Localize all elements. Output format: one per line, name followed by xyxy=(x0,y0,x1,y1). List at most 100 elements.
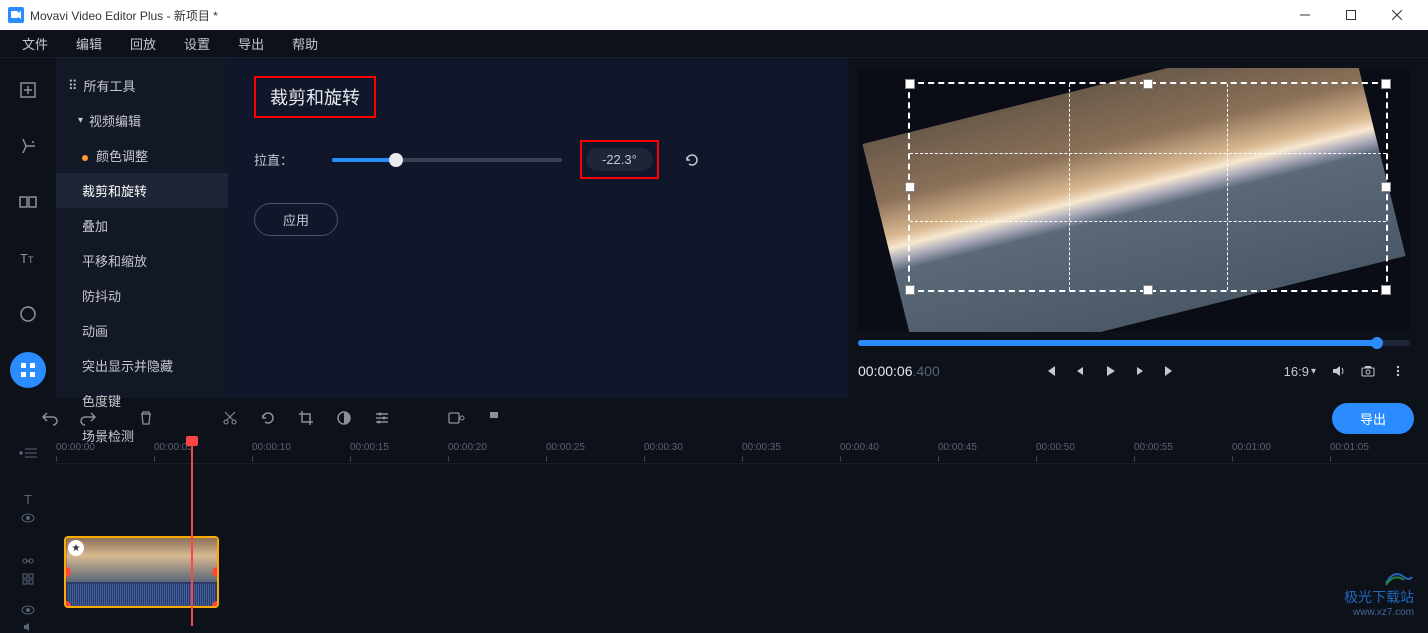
sidebar-all-tools-label: 所有工具 xyxy=(84,76,136,95)
preview-scrubber[interactable] xyxy=(858,340,1410,346)
clip-star-icon[interactable]: ★ xyxy=(68,540,84,556)
rail-import[interactable] xyxy=(10,72,46,108)
apply-button[interactable]: 应用 xyxy=(254,203,338,236)
redo-button[interactable] xyxy=(72,402,104,434)
sidebar-video-edit[interactable]: ▾ 视频编辑 xyxy=(56,103,228,138)
sidebar-item-pan-zoom[interactable]: 平移和缩放 xyxy=(56,243,228,278)
grid-line xyxy=(1227,84,1228,290)
app-icon xyxy=(8,7,24,23)
crop-button[interactable] xyxy=(290,402,322,434)
playhead[interactable] xyxy=(191,438,193,626)
track-link-icon[interactable] xyxy=(22,555,34,567)
dot-icon xyxy=(82,155,88,161)
export-button[interactable]: 导出 xyxy=(1332,403,1414,434)
track-area[interactable]: ★ xyxy=(56,464,1428,624)
sidebar-all-tools[interactable]: ⠿ 所有工具 xyxy=(56,68,228,103)
watermark-name: 极光下载站 xyxy=(1344,587,1414,607)
straighten-label: 拉直： xyxy=(254,150,314,169)
menu-edit[interactable]: 编辑 xyxy=(62,30,116,57)
clip-handle[interactable] xyxy=(64,601,71,608)
clip-handle[interactable] xyxy=(212,601,219,608)
crop-frame[interactable] xyxy=(908,82,1388,292)
ruler-tick: 00:00:15 xyxy=(350,442,389,453)
clip-handle[interactable] xyxy=(212,567,219,577)
sidebar-item-overlay[interactable]: 叠加 xyxy=(56,208,228,243)
text-track-icon[interactable]: T xyxy=(24,492,32,507)
marker-button[interactable] xyxy=(478,402,510,434)
track-audio-icon[interactable] xyxy=(22,621,34,633)
time-display: 00:00:06.400 xyxy=(858,363,940,379)
menu-settings[interactable]: 设置 xyxy=(170,30,224,57)
menu-export[interactable]: 导出 xyxy=(224,30,278,57)
ruler-tick: 00:00:00 xyxy=(56,442,95,453)
clip-audio-wave xyxy=(66,582,217,608)
add-track-button[interactable] xyxy=(19,446,37,460)
rail-titles[interactable]: TT xyxy=(10,240,46,276)
close-button[interactable] xyxy=(1374,0,1420,30)
crop-handle[interactable] xyxy=(905,182,915,192)
scrub-thumb[interactable] xyxy=(1371,337,1383,349)
scrub-fill xyxy=(858,340,1377,346)
sidebar-item-stabilize[interactable]: 防抖动 xyxy=(56,278,228,313)
rail-transitions[interactable] xyxy=(10,184,46,220)
menu-playback[interactable]: 回放 xyxy=(116,30,170,57)
sidebar-item-label: 颜色调整 xyxy=(96,149,148,164)
time-ms: .400 xyxy=(913,363,940,379)
crop-handle[interactable] xyxy=(1143,285,1153,295)
sidebar-item-animation[interactable]: 动画 xyxy=(56,313,228,348)
volume-button[interactable] xyxy=(1326,359,1350,383)
skip-end-button[interactable] xyxy=(1158,359,1182,383)
menu-help[interactable]: 帮助 xyxy=(278,30,332,57)
color-adjust-button[interactable] xyxy=(328,402,360,434)
sidebar-item-color[interactable]: 颜色调整 xyxy=(56,138,228,173)
cut-button[interactable] xyxy=(214,402,246,434)
sidebar-video-edit-label: 视频编辑 xyxy=(89,111,141,130)
rail-filters[interactable] xyxy=(10,128,46,164)
track-visibility-icon[interactable] xyxy=(21,513,35,523)
play-button[interactable] xyxy=(1098,359,1122,383)
crop-handle[interactable] xyxy=(1381,182,1391,192)
minimize-button[interactable] xyxy=(1282,0,1328,30)
undo-button[interactable] xyxy=(34,402,66,434)
record-voice-button[interactable] xyxy=(440,402,472,434)
crop-handle[interactable] xyxy=(1143,79,1153,89)
aspect-ratio-selector[interactable]: 16:9 ▾ xyxy=(1280,364,1320,379)
ruler-tick: 00:00:40 xyxy=(840,442,879,453)
rail-more-tools[interactable] xyxy=(10,352,46,388)
rotate-button[interactable] xyxy=(252,402,284,434)
crop-handle[interactable] xyxy=(905,79,915,89)
sidebar-item-label: 防抖动 xyxy=(82,289,121,304)
track-visibility-icon[interactable] xyxy=(21,605,35,615)
panel-title-highlight: 裁剪和旋转 xyxy=(254,76,376,118)
delete-button[interactable] xyxy=(130,402,162,434)
sidebar: ⠿ 所有工具 ▾ 视频编辑 颜色调整 裁剪和旋转 叠加 平移和缩放 防抖动 动画… xyxy=(56,58,228,398)
snapshot-button[interactable] xyxy=(1356,359,1380,383)
rail-stickers[interactable] xyxy=(10,296,46,332)
menu-file[interactable]: 文件 xyxy=(8,30,62,57)
sidebar-item-highlight[interactable]: 突出显示并隐藏 xyxy=(56,348,228,383)
crop-handle[interactable] xyxy=(1381,79,1391,89)
video-clip[interactable]: ★ xyxy=(64,536,219,608)
next-frame-button[interactable] xyxy=(1128,359,1152,383)
sidebar-item-crop-rotate[interactable]: 裁剪和旋转 xyxy=(56,173,228,208)
slider-thumb[interactable] xyxy=(389,153,403,167)
sidebar-item-label: 动画 xyxy=(82,324,108,339)
reset-rotation-button[interactable] xyxy=(683,151,701,169)
track-tools-icon[interactable] xyxy=(22,573,34,585)
straighten-slider[interactable] xyxy=(332,158,562,162)
maximize-button[interactable] xyxy=(1328,0,1374,30)
properties-button[interactable] xyxy=(366,402,398,434)
crop-handle[interactable] xyxy=(1381,285,1391,295)
crop-handle[interactable] xyxy=(905,285,915,295)
clip-video-thumb xyxy=(66,538,217,582)
timeline-ruler[interactable]: 00:00:0000:00:0500:00:1000:00:1500:00:20… xyxy=(56,438,1428,464)
chevron-down-icon: ▾ xyxy=(78,115,83,126)
ruler-tick: 00:00:50 xyxy=(1036,442,1075,453)
preview-canvas[interactable] xyxy=(858,68,1410,332)
straighten-value[interactable]: -22.3° xyxy=(586,148,653,171)
timeline-body[interactable]: 00:00:0000:00:0500:00:1000:00:1500:00:20… xyxy=(56,438,1428,626)
prev-frame-button[interactable] xyxy=(1068,359,1092,383)
skip-start-button[interactable] xyxy=(1038,359,1062,383)
ruler-tick: 00:00:55 xyxy=(1134,442,1173,453)
more-options-button[interactable] xyxy=(1386,359,1410,383)
